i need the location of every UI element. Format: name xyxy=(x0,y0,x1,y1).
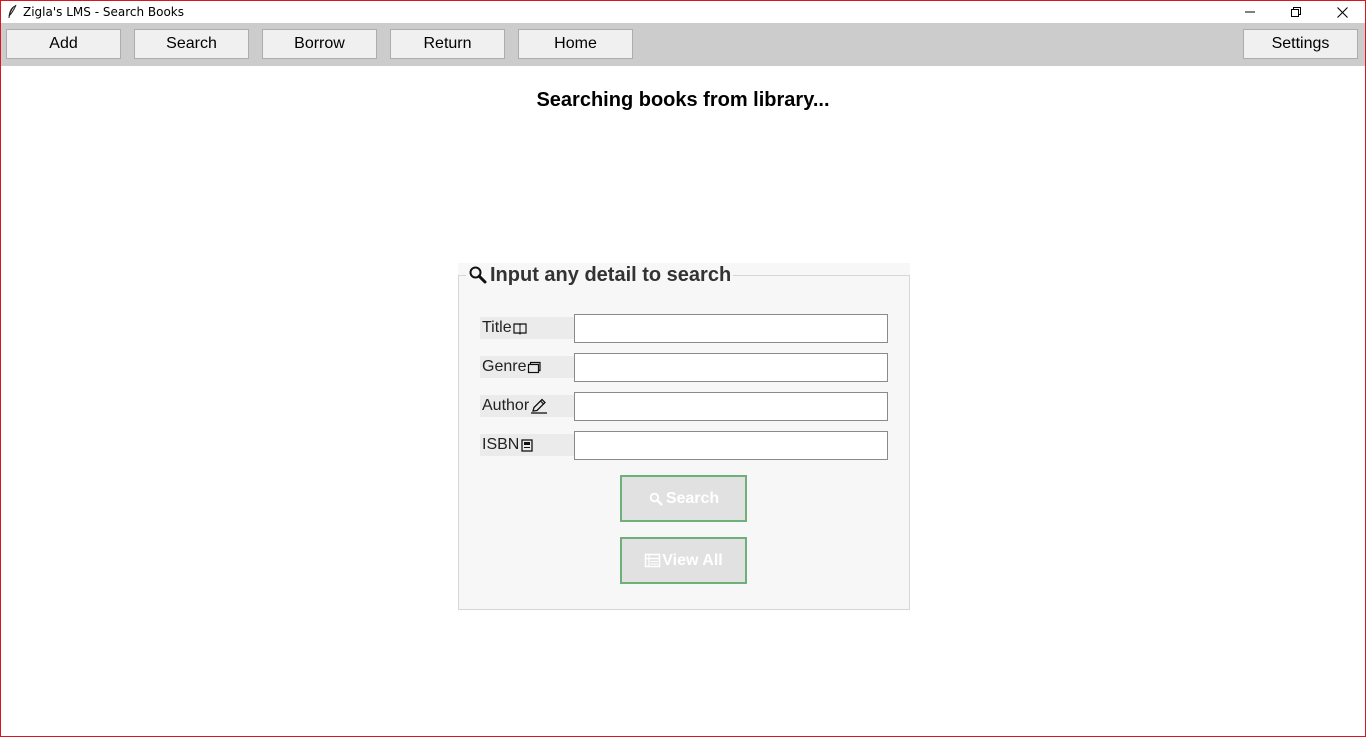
title-label: Title xyxy=(480,317,574,339)
app-window: Zigla's LMS - Search Books Add Search Bo… xyxy=(0,0,1366,737)
genre-input[interactable] xyxy=(574,353,888,382)
folder-icon xyxy=(528,361,542,374)
pencil-icon xyxy=(531,398,548,414)
minimize-icon xyxy=(1245,11,1255,13)
barcode-icon xyxy=(521,439,533,452)
page-title: Searching books from library... xyxy=(536,89,830,111)
search-button[interactable]: Search xyxy=(620,475,747,522)
feather-icon xyxy=(8,4,17,18)
settings-button[interactable]: Settings xyxy=(1243,29,1358,59)
view-all-button-label: View All xyxy=(662,551,723,569)
close-icon xyxy=(1336,6,1348,18)
author-label: Author xyxy=(480,395,574,417)
genre-label: Genre xyxy=(480,356,574,378)
borrow-button[interactable]: Borrow xyxy=(262,29,377,59)
title-input[interactable] xyxy=(574,314,888,343)
isbn-label-text: ISBN xyxy=(482,436,520,453)
search-nav-button[interactable]: Search xyxy=(134,29,249,59)
return-button[interactable]: Return xyxy=(390,29,505,59)
search-panel-legend: Input any detail to search xyxy=(466,263,734,287)
author-label-text: Author xyxy=(482,397,530,414)
book-icon xyxy=(513,323,527,335)
genre-label-text: Genre xyxy=(482,358,527,375)
title-label-text: Title xyxy=(482,319,512,336)
search-icon xyxy=(649,492,663,506)
restore-icon xyxy=(1291,7,1301,17)
toolbar: Add Search Borrow Return Home Settings xyxy=(1,23,1365,66)
restore-button[interactable] xyxy=(1273,1,1319,23)
search-button-label: Search xyxy=(665,489,720,507)
view-all-button[interactable]: View All xyxy=(620,537,747,584)
isbn-label: ISBN xyxy=(480,434,574,456)
title-bar: Zigla's LMS - Search Books xyxy=(1,1,1365,23)
search-panel: Input any detail to search Title Genre A… xyxy=(458,263,910,610)
magnifier-icon xyxy=(469,266,487,284)
close-button[interactable] xyxy=(1319,1,1365,23)
list-icon xyxy=(645,553,661,568)
home-button[interactable]: Home xyxy=(518,29,633,59)
isbn-input[interactable] xyxy=(574,431,888,460)
author-input[interactable] xyxy=(574,392,888,421)
add-button[interactable]: Add xyxy=(6,29,121,59)
minimize-button[interactable] xyxy=(1227,1,1273,23)
window-title: Zigla's LMS - Search Books xyxy=(23,5,184,19)
search-panel-legend-text: Input any detail to search xyxy=(490,263,732,286)
